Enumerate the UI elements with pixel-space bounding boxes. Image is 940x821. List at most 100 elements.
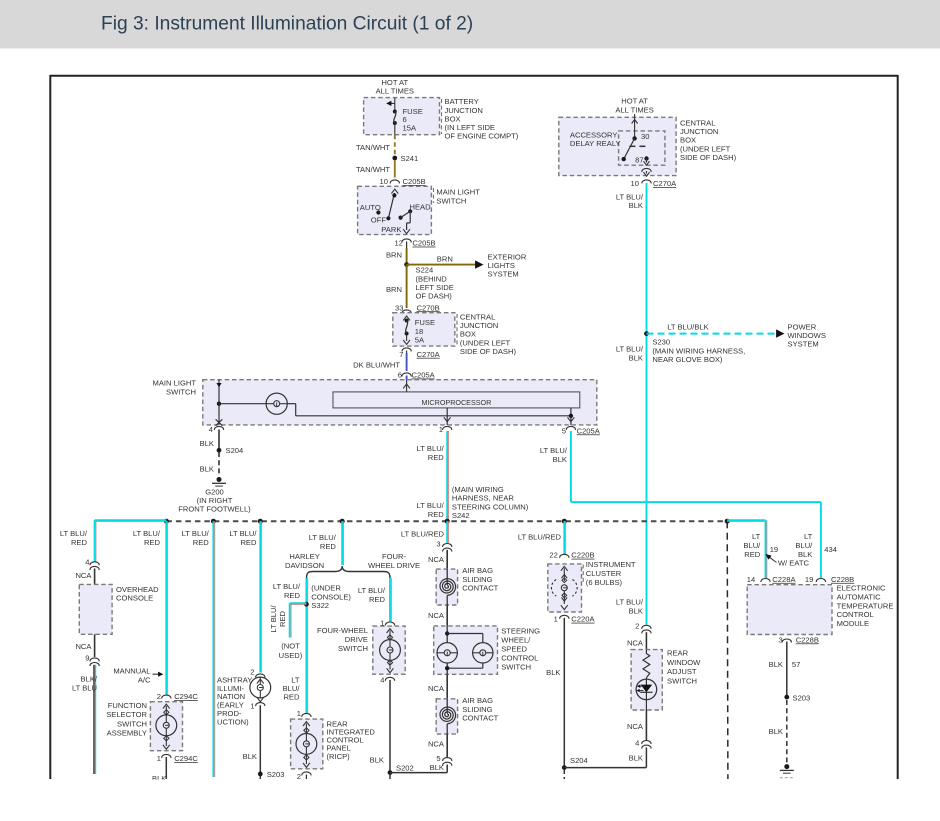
svg-text:PARK: PARK bbox=[381, 225, 401, 234]
svg-text:RED: RED bbox=[744, 550, 761, 559]
svg-text:S230: S230 bbox=[652, 337, 670, 346]
svg-text:C205B: C205B bbox=[403, 177, 426, 186]
svg-text:(EARLY: (EARLY bbox=[217, 700, 244, 709]
svg-text:C205A: C205A bbox=[577, 426, 601, 435]
svg-text:87: 87 bbox=[635, 156, 643, 165]
svg-text:12: 12 bbox=[395, 239, 403, 248]
svg-text:CLUSTER: CLUSTER bbox=[586, 569, 622, 578]
svg-text:33: 33 bbox=[395, 303, 403, 312]
svg-text:SELECTOR: SELECTOR bbox=[106, 710, 147, 719]
svg-text:S242: S242 bbox=[452, 511, 470, 520]
svg-text:9: 9 bbox=[85, 654, 89, 663]
svg-text:LT BLU/BLK: LT BLU/BLK bbox=[667, 322, 709, 331]
svg-text:5A: 5A bbox=[415, 336, 425, 345]
svg-text:FUSE: FUSE bbox=[415, 318, 435, 327]
svg-text:SIDE OF DASH): SIDE OF DASH) bbox=[680, 153, 737, 162]
svg-text:BLK: BLK bbox=[629, 607, 643, 616]
svg-text:BLK: BLK bbox=[629, 201, 643, 210]
svg-text:S224: S224 bbox=[416, 265, 434, 274]
svg-text:OFF: OFF bbox=[371, 215, 387, 224]
svg-text:RED: RED bbox=[144, 538, 161, 547]
svg-text:AUTO: AUTO bbox=[360, 203, 381, 212]
svg-text:CONTACT: CONTACT bbox=[462, 584, 498, 593]
svg-text:18: 18 bbox=[415, 327, 423, 336]
svg-text:BATTERY: BATTERY bbox=[445, 97, 479, 106]
svg-text:HARLEY: HARLEY bbox=[289, 552, 319, 561]
svg-text:S322: S322 bbox=[311, 601, 329, 610]
svg-text:BRN: BRN bbox=[437, 255, 453, 264]
svg-text:LT: LT bbox=[804, 532, 813, 541]
svg-text:POWER: POWER bbox=[788, 322, 817, 331]
svg-text:LT BLU/: LT BLU/ bbox=[269, 605, 278, 633]
svg-text:C228A: C228A bbox=[772, 575, 796, 584]
svg-text:S204: S204 bbox=[226, 446, 244, 455]
svg-text:LT: LT bbox=[752, 532, 761, 541]
svg-text:C228B: C228B bbox=[796, 635, 819, 644]
svg-text:(MAIN WIRING HARNESS,: (MAIN WIRING HARNESS, bbox=[652, 346, 745, 355]
svg-text:HOT AT: HOT AT bbox=[621, 97, 648, 106]
svg-text:AIR BAG: AIR BAG bbox=[462, 696, 493, 705]
svg-text:NCA: NCA bbox=[428, 684, 445, 693]
svg-text:BLK: BLK bbox=[200, 464, 214, 473]
svg-text:1: 1 bbox=[250, 701, 254, 710]
svg-text:RED: RED bbox=[193, 538, 210, 547]
svg-text:FRONT FOOTWELL): FRONT FOOTWELL) bbox=[178, 505, 251, 514]
svg-text:SWITCH: SWITCH bbox=[667, 676, 697, 685]
svg-text:CENTRAL: CENTRAL bbox=[680, 118, 715, 127]
svg-text:SYSTEM: SYSTEM bbox=[488, 270, 519, 279]
svg-text:LT BLU/: LT BLU/ bbox=[616, 192, 644, 201]
svg-text:57: 57 bbox=[792, 660, 800, 669]
svg-text:S204: S204 bbox=[570, 756, 588, 765]
svg-text:STEERING: STEERING bbox=[501, 627, 540, 636]
svg-text:RED: RED bbox=[71, 538, 88, 547]
svg-text:LT BLU/: LT BLU/ bbox=[358, 586, 386, 595]
svg-text:C228B: C228B bbox=[831, 575, 854, 584]
svg-text:SWITCH: SWITCH bbox=[338, 644, 368, 653]
svg-text:BOX: BOX bbox=[460, 330, 476, 339]
svg-text:TAN/WHT: TAN/WHT bbox=[356, 165, 390, 174]
svg-text:NCA: NCA bbox=[627, 722, 644, 731]
svg-text:BRN: BRN bbox=[386, 285, 402, 294]
svg-text:NCA: NCA bbox=[428, 739, 445, 748]
svg-text:6: 6 bbox=[398, 371, 402, 380]
svg-text:LT BLU/: LT BLU/ bbox=[417, 444, 445, 453]
svg-text:BLK: BLK bbox=[546, 668, 560, 677]
svg-text:ELECTRONIC: ELECTRONIC bbox=[837, 584, 886, 593]
svg-text:SYSTEM: SYSTEM bbox=[788, 340, 819, 349]
svg-text:LT BLU: LT BLU bbox=[72, 684, 97, 693]
svg-text:RED: RED bbox=[369, 595, 386, 604]
svg-text:RED: RED bbox=[428, 453, 445, 462]
svg-text:SIDE OF DASH): SIDE OF DASH) bbox=[460, 347, 517, 356]
svg-text:LT BLU/: LT BLU/ bbox=[540, 446, 568, 455]
svg-text:(BEHIND: (BEHIND bbox=[416, 274, 448, 283]
svg-text:C205A: C205A bbox=[412, 371, 436, 380]
svg-text:C205B: C205B bbox=[412, 239, 435, 248]
svg-text:C270A: C270A bbox=[653, 179, 677, 188]
svg-text:G200: G200 bbox=[205, 487, 224, 496]
svg-text:NCA: NCA bbox=[428, 555, 445, 564]
svg-text:WHEEL/: WHEEL/ bbox=[501, 636, 531, 645]
svg-text:NEAR GLOVE BOX): NEAR GLOVE BOX) bbox=[652, 355, 723, 364]
svg-text:INSTRUMENT: INSTRUMENT bbox=[586, 560, 636, 569]
svg-text:C294C: C294C bbox=[174, 754, 198, 763]
svg-text:19: 19 bbox=[770, 545, 778, 554]
svg-text:2: 2 bbox=[635, 622, 639, 631]
svg-text:5: 5 bbox=[436, 754, 440, 763]
svg-text:22: 22 bbox=[549, 551, 557, 560]
svg-text:BOX: BOX bbox=[680, 136, 696, 145]
svg-text:BLU/: BLU/ bbox=[795, 541, 813, 550]
svg-text:SLIDING: SLIDING bbox=[462, 705, 492, 714]
svg-text:ASHTRAY: ASHTRAY bbox=[217, 676, 252, 685]
svg-text:(6 BULBS): (6 BULBS) bbox=[586, 578, 623, 587]
svg-text:FOUR-: FOUR- bbox=[382, 552, 407, 561]
svg-text:JUNCTION: JUNCTION bbox=[460, 321, 498, 330]
svg-text:RED: RED bbox=[428, 510, 445, 519]
svg-text:HEAD: HEAD bbox=[410, 203, 432, 212]
svg-text:2: 2 bbox=[157, 692, 161, 701]
svg-text:WINDOWS: WINDOWS bbox=[788, 331, 826, 340]
svg-text:TAN/WHT: TAN/WHT bbox=[356, 143, 390, 152]
svg-text:LEFT SIDE: LEFT SIDE bbox=[416, 283, 454, 292]
svg-text:SWITCH: SWITCH bbox=[436, 196, 466, 205]
svg-text:LIGHTS: LIGHTS bbox=[488, 261, 515, 270]
svg-text:MAIN LIGHT: MAIN LIGHT bbox=[436, 187, 480, 196]
